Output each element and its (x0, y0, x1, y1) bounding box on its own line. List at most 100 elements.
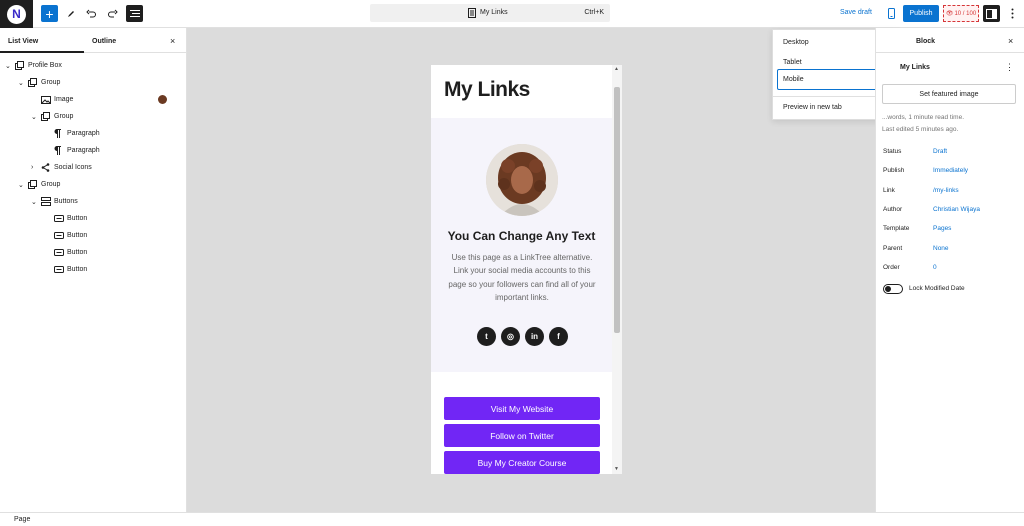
paragraph-icon (54, 129, 67, 138)
list-item-button[interactable]: Button (44, 244, 87, 261)
set-featured-image-button[interactable]: Set featured image (882, 84, 1016, 104)
top-toolbar: N + My Links Ctrl+K Save draft Publish 👁… (0, 0, 1024, 28)
undo-icon (86, 9, 96, 17)
list-item-label: Paragraph (67, 130, 100, 137)
facebook-icon[interactable]: f (549, 327, 568, 346)
chevron-down-icon[interactable]: ⌄ (18, 181, 28, 189)
command-palette-button[interactable]: My Links Ctrl+K (370, 4, 610, 22)
button-icon (54, 249, 67, 256)
scrollbar-thumb[interactable] (614, 87, 620, 333)
publish-button[interactable]: Publish (903, 5, 939, 22)
settings-sidebar-button[interactable] (983, 5, 1000, 22)
options-button[interactable] (1004, 5, 1021, 22)
more-vertical-icon[interactable]: ⋮ (1005, 62, 1014, 73)
list-item-button[interactable]: Button (44, 210, 87, 227)
list-item-paragraph[interactable]: Paragraph (44, 142, 100, 159)
list-item-label: Profile Box (28, 62, 62, 69)
button-icon (54, 266, 67, 273)
dribbble-icon[interactable]: ◎ (501, 327, 520, 346)
seo-score-button[interactable]: 👁 10 / 100 (943, 5, 979, 22)
chevron-down-icon[interactable]: ⌄ (5, 62, 15, 70)
group-icon (41, 112, 54, 121)
close-icon[interactable]: × (170, 36, 175, 46)
eye-icon: 👁 (945, 11, 954, 17)
list-item-profile-box[interactable]: ⌄ Profile Box (5, 57, 62, 74)
profile-photo (486, 144, 558, 216)
field-value-parent[interactable]: None (933, 245, 949, 252)
logo-icon: N (7, 4, 26, 24)
tools-pencil-button[interactable] (62, 5, 79, 22)
chevron-down-icon[interactable]: ⌄ (31, 198, 41, 206)
preview-device-button[interactable] (883, 5, 900, 22)
link-button[interactable]: Visit My Website (444, 397, 600, 420)
linkedin-icon[interactable]: in (525, 327, 544, 346)
tab-outline[interactable]: Outline (92, 38, 116, 45)
buttons-icon (41, 197, 54, 206)
menu-item-desktop[interactable]: Desktop (783, 39, 809, 46)
list-item-label: Buttons (54, 198, 78, 205)
scroll-down-icon[interactable]: ▼ (614, 466, 619, 472)
link-button[interactable]: Follow on Twitter (444, 424, 600, 447)
menu-item-tablet[interactable]: Tablet (783, 59, 802, 66)
list-view-icon (129, 10, 140, 17)
list-item-label: Image (54, 96, 74, 103)
chevron-down-icon[interactable]: ⌄ (18, 79, 28, 87)
redo-icon (108, 9, 118, 17)
menu-item-preview-new-tab[interactable]: Preview in new tab (783, 104, 842, 111)
image-thumbnail (158, 95, 167, 104)
list-item-button[interactable]: Button (44, 261, 87, 278)
undo-button[interactable] (83, 5, 100, 22)
list-item-label: Group (41, 181, 61, 188)
document-title: My Links (480, 9, 508, 16)
paragraph-icon (54, 146, 67, 155)
field-value-publish[interactable]: Immediately (933, 167, 968, 174)
twitter-icon[interactable]: t (477, 327, 496, 346)
status-footer: Page (0, 512, 1024, 526)
command-shortcut: Ctrl+K (584, 9, 604, 16)
breadcrumb[interactable]: Page (14, 516, 30, 523)
tab-block[interactable]: Block (916, 38, 935, 45)
field-value-link[interactable]: /my-links (933, 187, 959, 194)
site-logo-button[interactable]: N (0, 0, 33, 28)
list-item-label: Paragraph (67, 147, 100, 154)
page-title[interactable]: My Links (444, 78, 530, 102)
add-block-button[interactable]: + (41, 5, 58, 22)
toggle-knob (885, 286, 891, 292)
avatar[interactable] (486, 144, 558, 216)
profile-heading[interactable]: You Can Change Any Text (431, 229, 612, 243)
list-item-label: Group (41, 79, 61, 86)
tab-list-view[interactable]: List View (8, 38, 38, 45)
group-icon (28, 78, 41, 87)
list-item-button[interactable]: Button (44, 227, 87, 244)
list-item-paragraph[interactable]: Paragraph (44, 125, 100, 142)
list-item-label: Button (67, 249, 88, 256)
chevron-down-icon[interactable]: ⌄ (31, 113, 41, 121)
save-draft-button[interactable]: Save draft (840, 9, 872, 16)
field-value-order[interactable]: 0 (933, 264, 937, 271)
list-item-group[interactable]: ⌄ Group (18, 176, 60, 193)
list-item-group[interactable]: ⌄ Group (31, 108, 73, 125)
list-item-group[interactable]: ⌄ Group (18, 74, 60, 91)
list-item-label: Group (54, 113, 74, 120)
field-label: Parent (883, 244, 903, 252)
list-item-buttons[interactable]: ⌄ Buttons (31, 193, 78, 210)
field-value-author[interactable]: Christian Wijaya (933, 206, 980, 213)
field-value-status[interactable]: Draft (933, 148, 947, 155)
close-icon[interactable]: × (1008, 36, 1013, 46)
field-label: Author (883, 205, 903, 213)
scroll-up-icon[interactable]: ▲ (614, 66, 619, 72)
field-label: Order (883, 263, 900, 271)
redo-button[interactable] (104, 5, 121, 22)
profile-description[interactable]: Use this page as a LinkTree alternative.… (447, 251, 597, 304)
field-label: Status (883, 148, 902, 155)
list-item-label: Social Icons (54, 164, 92, 171)
list-item-social-icons[interactable]: › Social Icons (31, 159, 92, 176)
chevron-right-icon[interactable]: › (31, 164, 41, 171)
sidebar-icon (986, 8, 997, 19)
list-item-image[interactable]: Image (31, 91, 73, 108)
link-button[interactable]: Buy My Creator Course (444, 451, 600, 474)
field-value-template[interactable]: Pages (933, 225, 951, 232)
field-label: Template (883, 225, 910, 233)
page-icon (468, 8, 476, 18)
document-overview-button[interactable] (126, 5, 143, 22)
